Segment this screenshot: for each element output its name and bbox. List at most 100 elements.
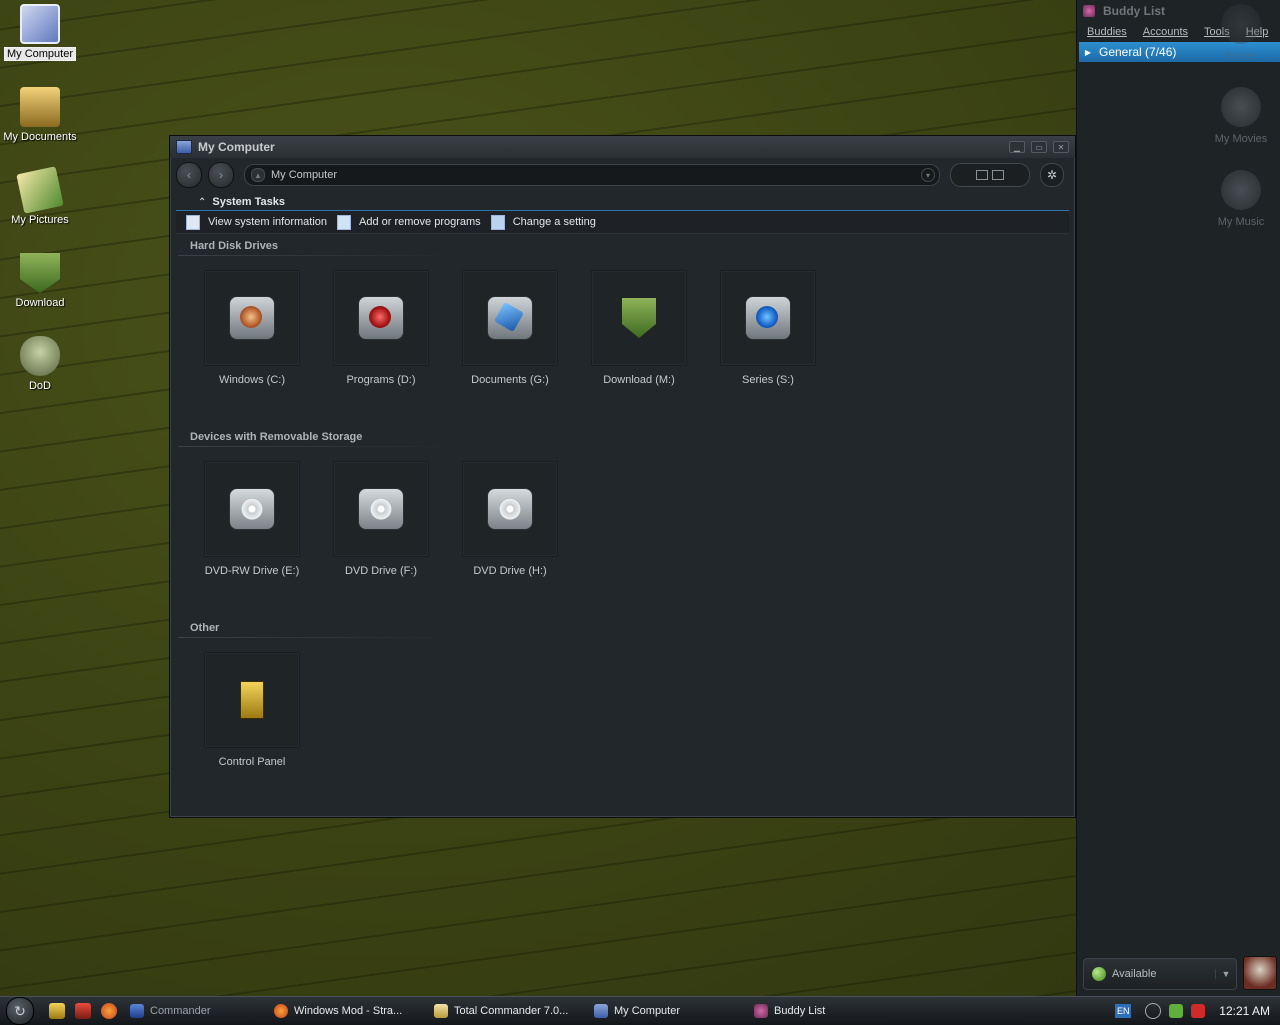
series-icon — [1221, 4, 1261, 44]
quick-launch-icon[interactable] — [75, 1003, 91, 1019]
drive-series-s[interactable]: Series (S:) — [708, 270, 828, 386]
background-desktop-icon-series: Series — [1201, 4, 1280, 62]
drive-windows-c[interactable]: Windows (C:) — [192, 270, 312, 386]
dropdown-icon[interactable]: ▾ — [921, 168, 935, 182]
start-button[interactable]: ↻ — [6, 997, 34, 1025]
network-icon[interactable] — [1145, 1003, 1162, 1019]
collapse-icon[interactable]: ⌃ — [198, 197, 206, 208]
background-desktop-icon-my-music: My Music — [1201, 170, 1280, 228]
mask-icon — [20, 336, 60, 376]
desktop-icon-my-computer[interactable]: My Computer — [0, 4, 80, 61]
dvd-drive-icon — [487, 488, 533, 530]
group-title-hard-disk-drives: Hard Disk Drives — [190, 240, 279, 252]
task-label: View system information — [208, 216, 328, 228]
taskbar-item-label: Total Commander 7.0... — [454, 1005, 569, 1017]
group-divider — [178, 637, 458, 638]
system-tasks-header[interactable]: ⌃ System Tasks — [176, 194, 1069, 210]
hard-drive-icon — [358, 296, 404, 340]
computer-icon — [176, 140, 192, 154]
task-view-system-information[interactable]: View system information — [186, 214, 328, 230]
taskbar-item-label: Windows Mod - Stra... — [294, 1005, 403, 1017]
hard-drive-icon — [487, 296, 533, 340]
explorer-window[interactable]: My Computer ▁ ▭ ✕ ‹ › ▲ My Computer ▾ ✲ … — [169, 135, 1076, 818]
desktop-icon-label: Download — [15, 297, 65, 309]
drive-label: Programs (D:) — [346, 374, 416, 386]
minimize-button[interactable]: ▁ — [1009, 141, 1025, 153]
maximize-button[interactable]: ▭ — [1031, 141, 1047, 153]
taskbar-item-windows-mod[interactable]: Windows Mod - Stra... — [266, 1000, 426, 1022]
drive-label: Windows (C:) — [218, 374, 285, 386]
firefox-icon[interactable] — [101, 1003, 117, 1019]
drive-documents-g[interactable]: Documents (G:) — [450, 270, 570, 386]
drive-dvd-rw-e[interactable]: DVD-RW Drive (E:) — [192, 461, 312, 577]
avatar[interactable] — [1243, 956, 1277, 990]
desktop-icon-my-documents[interactable]: My Documents — [0, 87, 80, 143]
group-title-other: Other — [190, 622, 220, 634]
add-remove-icon — [337, 214, 352, 230]
language-indicator[interactable]: EN — [1115, 1004, 1132, 1018]
desktop-icon-dod[interactable]: DoD — [0, 336, 80, 392]
download-shield-icon — [622, 298, 656, 338]
dvd-drive-icon — [358, 488, 404, 530]
up-arrow-icon[interactable]: ▲ — [251, 168, 265, 182]
control-panel-item[interactable]: Control Panel — [192, 652, 312, 768]
window-title: My Computer — [198, 140, 275, 154]
documents-icon — [20, 87, 60, 127]
forward-button[interactable]: › — [208, 162, 234, 188]
task-change-a-setting[interactable]: Change a setting — [490, 214, 596, 230]
drive-label: DVD Drive (F:) — [344, 565, 418, 577]
pidgin-icon — [1083, 5, 1095, 17]
back-button[interactable]: ‹ — [176, 162, 202, 188]
computer-icon — [594, 1004, 608, 1018]
taskbar-item-my-computer[interactable]: My Computer — [586, 1000, 746, 1022]
taskbar-item-buddy-list[interactable]: Buddy List — [746, 1000, 906, 1022]
drive-programs-d[interactable]: Programs (D:) — [321, 270, 441, 386]
close-button[interactable]: ✕ — [1053, 141, 1069, 153]
group-divider — [178, 446, 458, 447]
total-commander-icon — [434, 1004, 448, 1018]
expand-arrow-icon[interactable]: ▶ — [1083, 45, 1093, 59]
list-view-icon[interactable] — [976, 170, 988, 180]
drive-label: Series (S:) — [742, 374, 794, 386]
settings-icon — [490, 214, 505, 230]
music-icon — [1221, 170, 1261, 210]
task-label: Change a setting — [512, 216, 596, 228]
buddy-group-label: General (7/46) — [1099, 45, 1177, 59]
task-add-remove-programs[interactable]: Add or remove programs — [337, 214, 481, 230]
tiles-view-icon[interactable] — [992, 170, 1004, 180]
menu-buddies[interactable]: Buddies — [1087, 26, 1127, 38]
desktop-icon-my-pictures[interactable]: My Pictures — [0, 166, 80, 226]
pidgin-icon — [754, 1004, 768, 1018]
dvd-drive-icon — [229, 488, 275, 530]
messenger-tray-icon[interactable] — [1169, 1004, 1184, 1018]
navigation-bar: ‹ › ▲ My Computer ▾ ✲ — [170, 158, 1075, 192]
pictures-icon — [16, 166, 64, 214]
commander-icon — [130, 1004, 144, 1018]
quick-launch-icon[interactable] — [49, 1003, 65, 1019]
status-selector[interactable]: Available ▼ — [1083, 958, 1237, 990]
window-titlebar[interactable]: My Computer ▁ ▭ ✕ — [170, 136, 1075, 158]
drive-dvd-f[interactable]: DVD Drive (F:) — [321, 461, 441, 577]
desktop-icon-download[interactable]: Download — [0, 253, 80, 309]
control-panel-icon — [240, 681, 264, 719]
tools-button[interactable]: ✲ — [1040, 163, 1064, 187]
antivirus-tray-icon[interactable] — [1191, 1004, 1206, 1018]
drive-label: Download (M:) — [603, 374, 675, 386]
available-status-icon — [1092, 967, 1106, 981]
computer-icon — [20, 4, 60, 44]
taskbar-item-total-commander[interactable]: Total Commander 7.0... — [426, 1000, 586, 1022]
view-switcher[interactable] — [950, 163, 1030, 187]
status-text: Available — [1112, 968, 1157, 980]
drive-download-m[interactable]: Download (M:) — [579, 270, 699, 386]
drive-dvd-h[interactable]: DVD Drive (H:) — [450, 461, 570, 577]
system-info-icon — [186, 214, 200, 230]
download-icon — [20, 253, 60, 293]
clock[interactable]: 12:21 AM — [1219, 1004, 1270, 1018]
quick-launch — [44, 1003, 122, 1019]
buddy-list-window[interactable]: Buddy List Buddies Accounts Tools Help ▶… — [1076, 0, 1280, 996]
desktop-icon-label: My Pictures — [11, 214, 69, 226]
chevron-down-icon[interactable]: ▼ — [1215, 969, 1236, 979]
menu-accounts[interactable]: Accounts — [1143, 26, 1188, 38]
address-bar[interactable]: ▲ My Computer ▾ — [244, 164, 940, 186]
taskbar-item-commander[interactable]: Commander — [122, 1000, 266, 1022]
